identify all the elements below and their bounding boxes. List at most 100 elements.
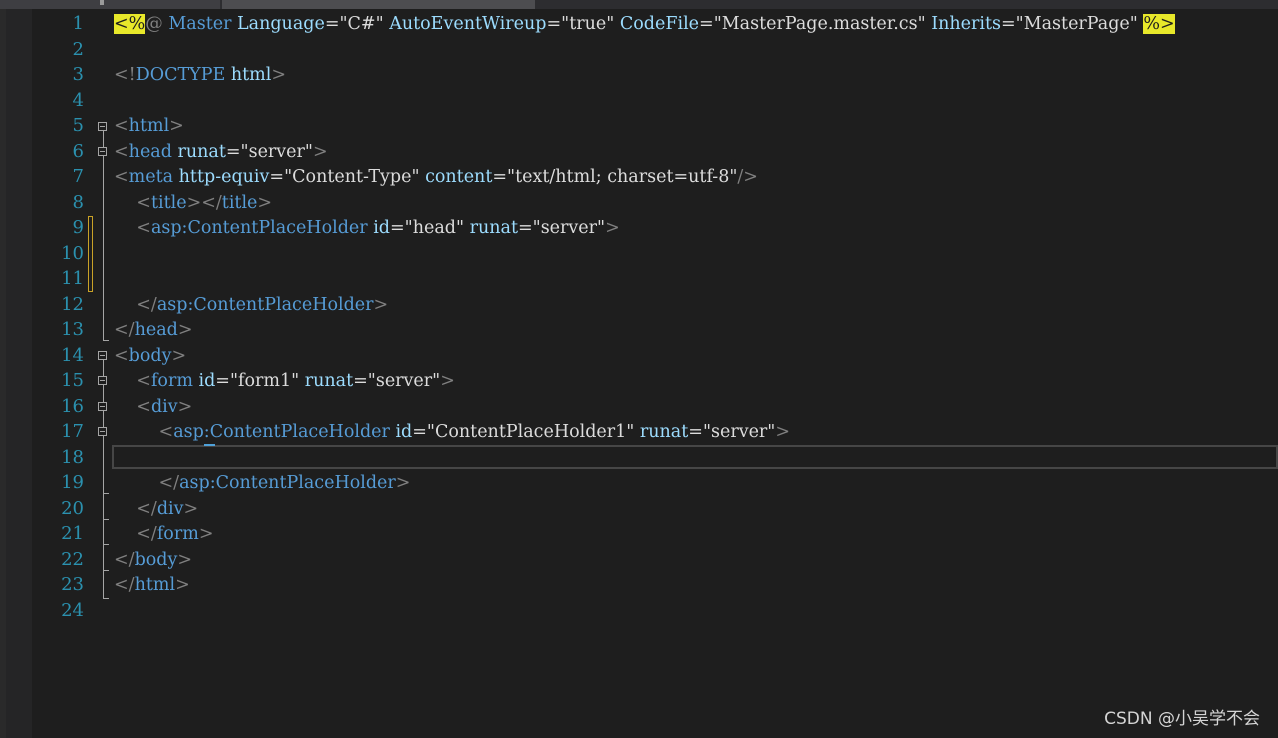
fold-collapse-icon[interactable]	[98, 376, 107, 385]
code-line-14[interactable]: <body>	[114, 346, 186, 366]
bracket: <	[158, 422, 174, 442]
fold-end-marker	[103, 570, 109, 571]
fold-guide-line	[103, 385, 104, 402]
tag-name: asp:ContentPlaceHolder	[173, 422, 390, 442]
tag-name: asp:ContentPlaceHolder	[156, 295, 374, 315]
tab-inactive[interactable]	[0, 0, 220, 9]
attr-value: "server"	[532, 218, 606, 238]
watermark: CSDN @小吴学不会	[1104, 709, 1260, 729]
fold-guide-line	[103, 411, 104, 427]
line-number: 3	[72, 64, 84, 85]
equals: =	[546, 14, 562, 34]
smart-tag-marker[interactable]	[204, 444, 215, 446]
code-line-20[interactable]: </div>	[114, 499, 198, 519]
attr-value: "server"	[240, 142, 313, 162]
line-number: 21	[61, 523, 84, 544]
equals: =	[517, 218, 533, 238]
line-number: 23	[61, 574, 84, 595]
fold-collapse-icon[interactable]	[98, 122, 107, 131]
attr-name: html	[225, 65, 272, 85]
line-number: 15	[61, 370, 84, 391]
directive-delimiter: <%	[114, 14, 146, 34]
code-line-16[interactable]: <div>	[114, 397, 192, 417]
fold-end-marker	[103, 493, 109, 494]
line-number: 17	[61, 421, 84, 442]
code-line-23[interactable]: </html>	[114, 575, 190, 595]
line-number: 13	[61, 319, 84, 340]
bracket: >	[198, 524, 214, 544]
code-line-6[interactable]: <head runat="server">	[114, 142, 328, 162]
code-line-13[interactable]: </head>	[114, 320, 193, 340]
directive-delimiter: %>	[1143, 14, 1175, 34]
bracket: >	[271, 65, 286, 85]
tab-active[interactable]	[222, 0, 535, 9]
code-line-5[interactable]: <html>	[114, 116, 184, 136]
fold-collapse-icon[interactable]	[98, 402, 107, 411]
bracket: <	[114, 116, 129, 136]
fold-guide-line	[103, 131, 104, 147]
code-line-9[interactable]: <asp:ContentPlaceHolder id="head" runat=…	[114, 218, 619, 238]
change-tracking-bar	[88, 216, 93, 292]
attr-name: runat	[171, 142, 226, 162]
equals: =	[353, 371, 368, 391]
line-number: 14	[61, 345, 84, 366]
bracket: >	[395, 473, 411, 493]
tag-name: div	[150, 397, 178, 417]
attr-name: http-equiv	[173, 167, 270, 187]
code-line-8[interactable]: <title></title>	[114, 193, 272, 213]
code-line-15[interactable]: <form id="form1" runat="server">	[114, 371, 455, 391]
line-number: 6	[72, 141, 84, 162]
equals: =	[1000, 14, 1016, 34]
directive-at: @	[145, 14, 163, 34]
attr-value: "MasterPage.master.cs"	[713, 14, 926, 34]
attr-name: Language	[231, 14, 325, 34]
code-line-7[interactable]: <meta http-equiv="Content-Type" content=…	[114, 167, 758, 187]
attr-name: CodeFile	[614, 14, 700, 34]
code-line-21[interactable]: </form>	[114, 524, 213, 544]
attr-value: "text/html; charset=utf-8"	[507, 167, 738, 187]
line-number: 2	[72, 39, 84, 60]
bracket: <!	[114, 65, 136, 85]
bracket: </	[158, 473, 180, 493]
equals: =	[688, 422, 703, 442]
bracket: ></	[186, 193, 222, 213]
code-line-3[interactable]: <!DOCTYPE html>	[114, 65, 286, 85]
tag-name: form	[156, 524, 199, 544]
equals: =	[390, 218, 405, 238]
code-line-19[interactable]: </asp:ContentPlaceHolder>	[114, 473, 411, 493]
tag-name: title	[150, 193, 187, 213]
line-number: 8	[72, 192, 84, 213]
bracket: </	[136, 499, 157, 519]
code-line-12[interactable]: </asp:ContentPlaceHolder>	[114, 295, 388, 315]
fold-collapse-icon[interactable]	[98, 147, 107, 156]
equals: =	[492, 167, 508, 187]
equals: =	[699, 14, 714, 34]
attr-value: "form1"	[229, 371, 300, 391]
code-line-1[interactable]: <%@ Master Language="C#" AutoEventWireup…	[114, 14, 1175, 34]
equals: =	[324, 14, 340, 34]
fold-collapse-icon[interactable]	[98, 351, 107, 360]
bracket: </	[114, 320, 135, 340]
bracket: </	[114, 550, 135, 570]
code-line-17[interactable]: <asp:ContentPlaceHolder id="ContentPlace…	[114, 422, 791, 442]
tag-name: div	[156, 499, 184, 519]
tab-close-icon[interactable]	[100, 0, 104, 5]
attr-value: "server"	[367, 371, 441, 391]
bracket: <	[136, 371, 151, 391]
attr-name: AutoEventWireup	[383, 14, 547, 34]
bracket: >	[177, 550, 193, 570]
code-line-22[interactable]: </body>	[114, 550, 192, 570]
fold-collapse-icon[interactable]	[98, 427, 107, 436]
bracket: <	[114, 346, 129, 366]
fold-end-marker	[103, 519, 109, 520]
tag-name: asp:ContentPlaceHolder	[150, 218, 368, 238]
tag-name: asp:ContentPlaceHolder	[179, 473, 396, 493]
bracket: >	[312, 142, 328, 162]
line-number: 22	[61, 549, 84, 570]
attr-name: id	[367, 218, 390, 238]
line-number: 12	[61, 294, 84, 315]
bracket: </	[114, 575, 135, 595]
